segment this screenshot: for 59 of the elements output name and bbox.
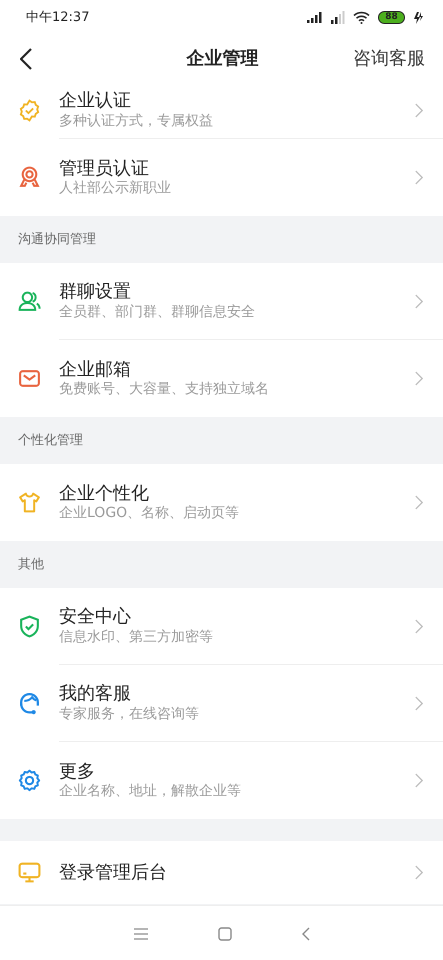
shirt-icon [17, 490, 42, 515]
item-title: 更多 [59, 760, 96, 782]
page-title: 企业管理 [186, 47, 258, 71]
signal-icon [307, 12, 323, 23]
back-icon [20, 48, 32, 70]
support-link[interactable]: 咨询客服 [353, 45, 425, 72]
item-subtitle: 人社部公示新职业 [59, 179, 172, 198]
menu-item[interactable]: 更多 企业名称、地址，解散企业等 [0, 742, 443, 819]
medal-icon [17, 165, 42, 190]
menu-item[interactable]: 我的客服 专家服务，在线咨询等 [0, 665, 443, 742]
menu-item[interactable]: 登录管理后台 [0, 841, 443, 904]
battery-icon: 88 [378, 11, 405, 24]
chevron-right-icon [415, 170, 423, 185]
back-icon [302, 926, 310, 941]
chevron-right-icon [415, 294, 423, 308]
status-time: 中午12:37 [26, 8, 90, 27]
chevron-right-icon [415, 495, 423, 510]
section-header: 其他 [18, 556, 44, 574]
settings-icon [17, 768, 42, 793]
signal-icon [331, 11, 345, 24]
menu-item[interactable]: 群聊设置 全员群、部门群、群聊信息安全 [0, 263, 443, 340]
item-subtitle: 免费账号、大容量、支持独立域名 [59, 380, 270, 398]
menu-item[interactable]: 安全中心 信息水印、第三方加密等 [0, 588, 443, 665]
badge-check-icon [17, 98, 42, 123]
chevron-right-icon [415, 865, 423, 880]
menu-item[interactable]: 企业认证 多种认证方式，专属权益 [0, 82, 443, 139]
back-button[interactable] [20, 46, 32, 70]
item-subtitle: 企业名称、地址，解散企业等 [59, 782, 242, 800]
item-title: 企业认证 [59, 90, 132, 112]
item-subtitle: 专家服务，在线咨询等 [59, 704, 200, 723]
item-subtitle: 企业LOGO、名称、启动页等 [59, 504, 240, 522]
item-title: 我的客服 [59, 683, 132, 705]
item-subtitle: 多种认证方式，专属权益 [59, 112, 214, 130]
square-icon [218, 926, 232, 941]
chevron-right-icon [415, 773, 423, 788]
item-title: 群聊设置 [59, 281, 132, 303]
menu-item[interactable]: 企业个性化 企业LOGO、名称、启动页等 [0, 464, 443, 541]
item-title: 企业个性化 [59, 482, 150, 504]
people-icon [17, 289, 42, 314]
monitor-icon [17, 860, 42, 885]
item-subtitle: 信息水印、第三方加密等 [59, 628, 214, 646]
item-title: 登录管理后台 [59, 862, 168, 884]
item-title: 管理员认证 [59, 158, 150, 180]
shield-check-icon [17, 614, 42, 639]
headset-icon [17, 691, 42, 716]
section-header: 沟通协同管理 [18, 230, 96, 249]
menu-item[interactable]: 管理员认证 人社部公示新职业 [0, 139, 443, 216]
chevron-right-icon [415, 102, 423, 118]
charging-icon [413, 12, 423, 24]
menu-icon [134, 928, 148, 940]
item-title: 安全中心 [59, 606, 132, 628]
chevron-right-icon [415, 696, 423, 710]
section-header: 个性化管理 [18, 432, 83, 450]
wifi-icon [353, 11, 370, 24]
item-subtitle: 全员群、部门群、群聊信息安全 [59, 302, 256, 321]
chevron-right-icon [415, 618, 423, 634]
chevron-right-icon [415, 371, 423, 386]
item-title: 企业邮箱 [59, 358, 132, 380]
menu-item[interactable]: 企业邮箱 免费账号、大容量、支持独立域名 [0, 340, 443, 417]
